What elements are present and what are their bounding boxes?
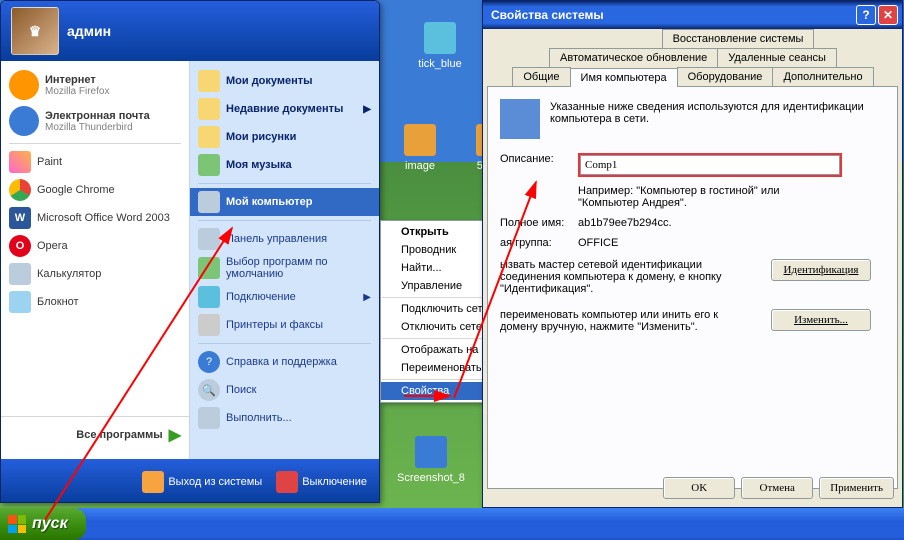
sm-search[interactable]: 🔍Поиск — [190, 376, 379, 404]
taskbar: пуск — [0, 508, 904, 540]
change-button[interactable]: Изменить... — [771, 309, 871, 331]
tab-computer-name[interactable]: Имя компьютера — [570, 68, 678, 87]
workgroup-label: ая группа: — [500, 237, 578, 249]
ident-text: ызвать мастер сетевой идентификации соед… — [500, 259, 750, 295]
start-menu-right: Мои документы Недавние документы▶ Мои ри… — [190, 61, 379, 459]
description-label: Описание: — [500, 153, 578, 165]
fullname-value: ab1b79ee7b294cc. — [578, 217, 672, 229]
shutdown-button[interactable]: Выключение — [276, 471, 367, 493]
sm-my-documents[interactable]: Мои документы — [190, 67, 379, 95]
sm-paint[interactable]: Paint — [1, 148, 189, 176]
sm-email[interactable]: Электронная почтаMozilla Thunderbird — [1, 103, 189, 139]
dialog-titlebar: Свойства системы ? ✕ — [483, 1, 902, 29]
sm-run[interactable]: Выполнить... — [190, 404, 379, 432]
description-input-highlight — [578, 153, 842, 177]
tab-system-restore[interactable]: Восстановление системы — [662, 29, 815, 48]
sm-calc[interactable]: Калькулятор — [1, 260, 189, 288]
start-menu-header: ♛ админ — [1, 1, 379, 61]
sm-recent-docs[interactable]: Недавние документы▶ — [190, 95, 379, 123]
sm-printers[interactable]: Принтеры и факсы — [190, 311, 379, 339]
sm-default-programs[interactable]: Выбор программ по умолчанию — [190, 253, 379, 283]
start-button[interactable]: пуск — [0, 508, 86, 540]
description-input[interactable] — [580, 155, 840, 175]
sm-my-computer[interactable]: Мой компьютер — [190, 188, 379, 216]
dialog-title: Свойства системы — [491, 8, 604, 22]
sm-connect-to[interactable]: Подключение▶ — [190, 283, 379, 311]
example-text: Например: "Компьютер в гостиной" или "Ко… — [578, 185, 838, 209]
tab-hardware[interactable]: Оборудование — [677, 67, 774, 86]
username-label: админ — [67, 23, 111, 39]
workgroup-value: OFFICE — [578, 237, 618, 249]
desktop-icon[interactable]: Screenshot_8 — [395, 436, 467, 484]
logoff-button[interactable]: Выход из системы — [142, 471, 262, 493]
start-menu-footer: Выход из системы Выключение — [1, 459, 379, 503]
tab-general[interactable]: Общие — [512, 67, 570, 86]
apply-button[interactable]: Применить — [819, 477, 894, 499]
windows-logo-icon — [8, 515, 26, 533]
tab-strip: Восстановление системы Автоматическое об… — [487, 29, 898, 86]
identification-button[interactable]: Идентификация — [771, 259, 871, 281]
sm-opera[interactable]: OOpera — [1, 232, 189, 260]
desktop-icon[interactable]: tick_blue — [404, 22, 476, 70]
sm-help[interactable]: ?Справка и поддержка — [190, 348, 379, 376]
sm-my-pictures[interactable]: Мои рисунки — [190, 123, 379, 151]
user-avatar: ♛ — [11, 7, 59, 55]
fullname-label: Полное имя: — [500, 217, 578, 229]
desktop-icon[interactable]: image — [384, 124, 456, 172]
system-properties-dialog: Свойства системы ? ✕ Восстановление сист… — [482, 0, 903, 508]
tab-remote[interactable]: Удаленные сеансы — [717, 48, 837, 67]
tab-auto-updates[interactable]: Автоматическое обновление — [549, 48, 718, 67]
cancel-button[interactable]: Отмена — [741, 477, 813, 499]
change-text: переименовать компьютер или инить его к … — [500, 309, 750, 333]
sm-word[interactable]: WMicrosoft Office Word 2003 — [1, 204, 189, 232]
sm-my-music[interactable]: Моя музыка — [190, 151, 379, 179]
sm-chrome[interactable]: Google Chrome — [1, 176, 189, 204]
sm-control-panel[interactable]: Панель управления — [190, 225, 379, 253]
close-button[interactable]: ✕ — [878, 5, 898, 25]
intro-text: Указанные ниже сведения используются для… — [550, 99, 885, 125]
ok-button[interactable]: OK — [663, 477, 735, 499]
sm-notepad[interactable]: Блокнот — [1, 288, 189, 316]
start-menu-left: ИнтернетMozilla Firefox Электронная почт… — [1, 61, 190, 459]
tab-advanced[interactable]: Дополнительно — [772, 67, 873, 86]
all-programs[interactable]: Все программы▶ — [1, 416, 189, 453]
sm-internet[interactable]: ИнтернетMozilla Firefox — [1, 67, 189, 103]
start-menu: ♛ админ ИнтернетMozilla Firefox Электрон… — [0, 0, 380, 503]
computer-icon — [500, 99, 540, 139]
help-button[interactable]: ? — [856, 5, 876, 25]
tab-panel: Указанные ниже сведения используются для… — [487, 86, 898, 489]
